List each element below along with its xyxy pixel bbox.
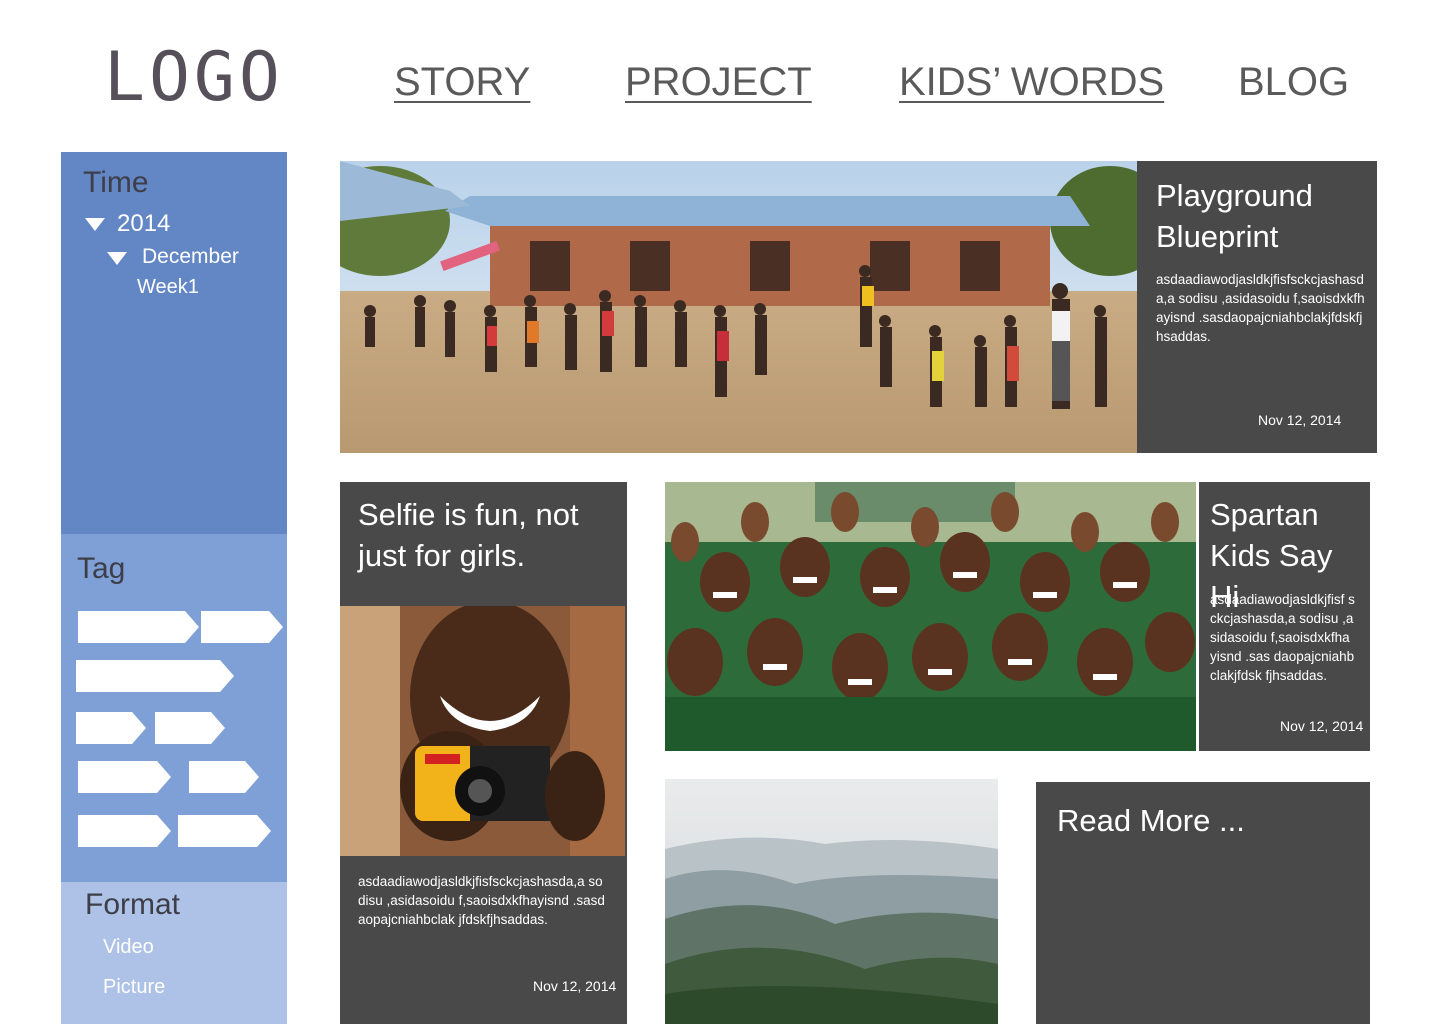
year-2014[interactable]: 2014 [117,210,170,238]
tag-chip[interactable] [78,611,199,643]
month-december[interactable]: December [142,245,239,269]
post-title[interactable]: just for girls. [358,535,525,576]
post-title[interactable]: Spartan [1210,494,1319,535]
featured-post-card[interactable]: Playground Blueprint asdaadiawodjasldkjf… [1137,161,1377,453]
tag-chip[interactable] [201,611,283,643]
format-picture[interactable]: Picture [103,976,165,999]
spartan-post-card[interactable]: Spartan Kids Say Hi asdaadiawodjasldkjfi… [1199,482,1370,751]
landscape-photo[interactable] [665,779,998,1024]
logo[interactable]: LOGO [104,44,284,112]
tag-chip[interactable] [178,815,271,847]
post-excerpt: asdaadiawodjasldkjfisfsckcjashasda,a sod… [1156,272,1365,344]
post-excerpt: asdaadiawodjasldkjfisf sckcjashasda,a so… [1210,592,1355,683]
tag-chip[interactable] [78,761,171,793]
expand-triangle-icon[interactable] [85,218,105,231]
post-date: Nov 12, 2014 [1258,412,1342,428]
spartan-kids-photo[interactable] [665,482,1196,751]
post-title[interactable]: Playground [1156,175,1313,216]
tag-chip[interactable] [76,712,146,744]
selfie-photo[interactable] [340,606,625,856]
format-heading: Format [85,888,181,921]
nav-story[interactable]: STORY [394,60,530,104]
nav-project[interactable]: PROJECT [625,60,812,104]
tag-chip[interactable] [76,660,234,692]
post-title[interactable]: Selfie is fun, not [358,494,579,535]
post-date: Nov 12, 2014 [1280,718,1364,734]
post-title[interactable]: Blueprint [1156,216,1278,257]
post-excerpt: asdaadiawodjasldkjfisfsckcjashasda,a sod… [358,874,605,927]
expand-triangle-icon[interactable] [107,252,127,265]
tag-heading: Tag [77,552,126,585]
playground-photo[interactable] [340,161,1137,453]
selfie-post-card[interactable]: Selfie is fun, not just for girls. asdaa… [340,482,627,1024]
tag-chip[interactable] [189,761,259,793]
nav-blog[interactable]: BLOG [1238,60,1349,104]
tag-chip[interactable] [78,815,171,847]
sidebar-time-panel: Time 2014 December Week1 [61,152,287,534]
week-1[interactable]: Week1 [137,276,199,299]
time-heading: Time [83,166,149,199]
read-more-link[interactable]: Read More ... [1057,800,1245,841]
post-date: Nov 12, 2014 [533,978,617,994]
nav-kids-words[interactable]: KIDS’ WORDS [899,60,1164,104]
sidebar-format-panel: Format Video Picture [61,882,287,1024]
read-more-card[interactable]: Read More ... [1036,782,1370,1024]
sidebar-tag-panel: Tag [61,534,287,882]
format-video[interactable]: Video [103,936,154,959]
tag-chip[interactable] [155,712,225,744]
